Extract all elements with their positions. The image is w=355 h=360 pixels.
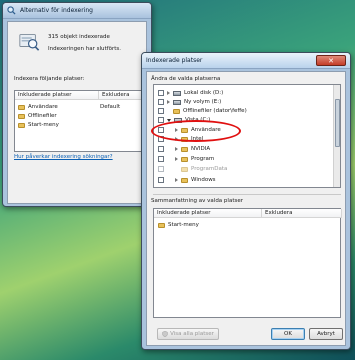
excluded-location-name: Default — [100, 104, 121, 110]
folder-icon — [181, 156, 188, 162]
indexed-locations-client: Ändra de valda platserna Lokal disk (D:)… — [146, 71, 346, 346]
included-location-name: Start-meny — [28, 122, 59, 128]
folder-icon — [181, 166, 188, 172]
list-item[interactable]: Offlinefiler — [18, 112, 142, 120]
included-location-name: Användare — [28, 104, 58, 110]
tree-item-label: Offlinefiler (dator\feffe) — [183, 108, 247, 114]
tree-item[interactable]: Offlinefiler (dator\feffe) — [158, 107, 247, 115]
cancel-button[interactable]: Avbryt — [309, 328, 343, 340]
scrollbar-thumb[interactable] — [335, 99, 340, 147]
indexing-options-window: Alternativ för indexering 315 objekt ind… — [2, 2, 155, 207]
included-locations-list[interactable]: Inkluderade platser Exkludera Användare … — [14, 90, 145, 152]
summary-label: Sammanfattning av valda platser — [151, 198, 243, 204]
indexing-help-link[interactable]: Hur påverkar indexering sökningar? — [14, 154, 113, 160]
indexing-options-titlebar[interactable]: Alternativ för indexering — [3, 3, 151, 19]
desktop: { "back_window": { "title": "Alternativ … — [0, 0, 355, 360]
folder-icon — [158, 222, 165, 228]
folder-icon — [18, 104, 25, 110]
tree-item-label: Windows — [191, 177, 216, 183]
indexed-count-text: 315 objekt indexerade — [48, 34, 110, 40]
tree-item-label: ProgramData — [191, 166, 228, 172]
indexing-status-icon — [19, 34, 40, 51]
tree-item-label: Ny volym (E:) — [184, 99, 222, 105]
tree-item[interactable]: NVIDIA — [158, 145, 210, 153]
indexed-locations-title: Indexerade platser — [146, 57, 203, 64]
folder-icon — [18, 122, 25, 128]
tree-item-label: Lokal disk (D:) — [184, 90, 224, 96]
expand-arrow-icon[interactable] — [175, 147, 178, 151]
tree-item[interactable]: ProgramData — [158, 165, 227, 173]
summary-list-item[interactable]: Start-meny — [158, 221, 199, 229]
ok-button[interactable]: OK — [271, 328, 305, 340]
tree-checkbox — [158, 166, 164, 172]
column-header-included[interactable]: Inkluderade platser — [15, 91, 99, 100]
tree-item[interactable]: Ny volym (E:) — [158, 98, 221, 106]
tree-item[interactable]: Program — [158, 155, 214, 163]
column-header-exclude[interactable]: Exkludera — [99, 91, 145, 100]
indexing-status-text: Indexeringen har slutförts. — [48, 46, 121, 52]
tree-item[interactable]: Lokal disk (D:) — [158, 89, 223, 97]
expand-arrow-icon[interactable] — [175, 178, 178, 182]
tree-checkbox[interactable] — [158, 177, 164, 183]
close-icon: ✕ — [328, 56, 334, 65]
expand-arrow-icon[interactable] — [167, 100, 170, 104]
summary-list[interactable]: Inkluderade platser Exkludera Start-meny — [153, 208, 342, 318]
tree-checkbox[interactable] — [158, 108, 164, 114]
drive-icon — [173, 99, 181, 105]
indexing-options-client: 315 objekt indexerade Indexeringen har s… — [7, 21, 147, 204]
tree-scrollbar[interactable] — [333, 85, 340, 187]
index-locations-label: Indexera följande platser: — [14, 76, 85, 82]
search-icon — [7, 6, 16, 15]
tree-checkbox[interactable] — [158, 156, 164, 162]
expand-arrow-icon[interactable] — [175, 157, 178, 161]
tree-item-label: Program — [191, 156, 215, 162]
show-all-locations-label: Visa alla platser — [170, 331, 214, 337]
folder-icon — [181, 177, 188, 183]
tree-item[interactable]: Windows — [158, 176, 216, 184]
list-item[interactable]: Användare Default — [18, 103, 142, 111]
drive-icon — [173, 90, 181, 96]
tree-checkbox[interactable] — [158, 146, 164, 152]
close-button[interactable]: ✕ — [316, 55, 346, 66]
section-divider — [153, 194, 341, 195]
folder-icon — [173, 108, 180, 114]
summary-column-header-included[interactable]: Inkluderade platser — [154, 209, 262, 218]
folder-icon — [18, 113, 25, 119]
tree-checkbox[interactable] — [158, 90, 164, 96]
indexing-options-title: Alternativ för indexering — [20, 7, 93, 14]
list-item[interactable]: Start-meny — [18, 121, 142, 129]
tree-item-label: NVIDIA — [191, 146, 211, 152]
ok-button-label: OK — [284, 331, 292, 337]
summary-location-name: Start-meny — [168, 222, 199, 228]
change-locations-label: Ändra de valda platserna — [151, 76, 221, 82]
annotation-circle — [151, 120, 241, 142]
indexed-locations-window: Indexerade platser ✕ Ändra de valda plat… — [141, 52, 351, 350]
show-all-locations-button[interactable]: Visa alla platser — [157, 328, 219, 340]
included-location-name: Offlinefiler — [28, 113, 57, 119]
expand-arrow-icon[interactable] — [167, 91, 170, 95]
tree-checkbox[interactable] — [158, 117, 164, 123]
cancel-button-label: Avbryt — [317, 331, 335, 337]
summary-column-header-exclude[interactable]: Exkludera — [262, 209, 342, 218]
tree-checkbox[interactable] — [158, 99, 164, 105]
folder-icon — [181, 146, 188, 152]
shield-icon — [162, 331, 168, 337]
